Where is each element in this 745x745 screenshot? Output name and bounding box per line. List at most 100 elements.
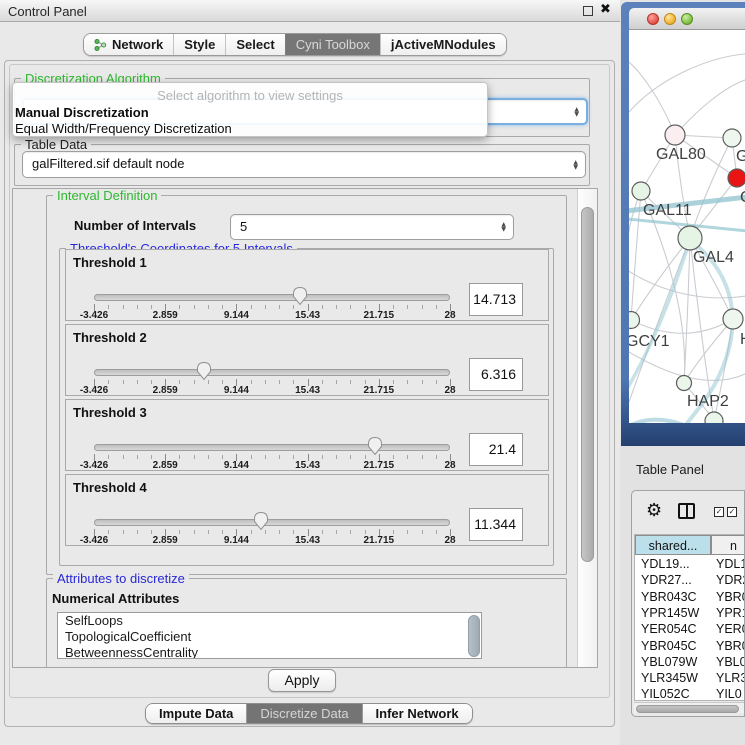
attribute-list-item[interactable]: SelfLoops [58,613,481,629]
close-traffic-light-icon[interactable] [647,13,659,25]
threshold-value-field[interactable]: 21.4 [469,433,523,466]
threshold-value-field[interactable]: 11.344 [469,508,523,541]
tick-mark [108,455,109,459]
minimize-traffic-light-icon[interactable] [664,13,676,25]
tick-mark [350,380,351,384]
numerical-attributes-list[interactable]: SelfLoopsTopologicalCoefficientBetweenne… [57,612,482,659]
bottom-tab-infer-network[interactable]: Infer Network [362,704,472,723]
slider-track[interactable] [94,444,450,451]
threshold-value-field[interactable]: 14.713 [469,283,523,316]
float-window-icon[interactable] [583,6,593,16]
network-edge[interactable] [629,62,675,135]
tick-label: -3.426 [64,310,124,321]
threshold-value-field[interactable]: 6.316 [469,358,523,391]
tick-mark [108,305,109,309]
table-row[interactable]: YLR345WYLR3 [635,670,745,686]
node-table[interactable]: shared... n YDL19...YDL1YDR27...YDR2YBR0… [634,534,745,701]
bottom-tab-discretize-data[interactable]: Discretize Data [246,704,361,723]
scrollbar-thumb[interactable] [636,705,739,713]
tick-mark [251,305,252,309]
network-node-ga[interactable] [723,129,741,147]
network-node[interactable] [705,412,723,423]
scrollbar-thumb[interactable] [581,207,594,562]
slider-track[interactable] [94,519,450,526]
tick-mark [279,530,280,534]
slider-track[interactable] [94,294,450,301]
tick-mark [336,455,337,459]
cell-name: YBR0 [716,638,745,654]
network-edge[interactable] [675,80,745,135]
tick-label: 9.144 [206,385,266,396]
tick-mark [151,380,152,384]
tab-select[interactable]: Select [225,34,284,55]
attribute-list-item[interactable]: BetweennessCentrality [58,645,481,659]
slider-thumb[interactable] [253,511,269,536]
tab-style[interactable]: Style [173,34,225,55]
network-window-titlebar[interactable] [629,8,745,30]
tick-mark [293,455,294,459]
network-node-c[interactable] [728,169,745,187]
close-icon[interactable]: ✖ [600,2,611,17]
zoom-traffic-light-icon[interactable] [681,13,693,25]
table-row[interactable]: YBR045CYBR0 [635,638,745,654]
cell-shared-name: YLR345W [641,670,698,686]
attributes-list-scrollbar[interactable] [468,615,480,657]
network-edge[interactable] [631,238,690,320]
algorithm-placeholder-option[interactable]: Select algorithm to view settings [13,88,487,103]
tick-label: 2.859 [135,535,195,546]
tab-cyni-toolbox[interactable]: Cyni Toolbox [285,34,380,55]
tick-mark [194,305,195,309]
tick-mark [393,455,394,459]
tab-network[interactable]: Network [84,34,173,55]
table-row[interactable]: YBR043CYBR0 [635,589,745,605]
slider-thumb[interactable] [367,436,383,461]
number-of-intervals-combo[interactable]: 5 ▲▼ [230,214,514,240]
gear-icon[interactable]: ⚙ [646,500,662,521]
tick-mark [208,530,209,534]
slider-thumb[interactable] [196,361,212,386]
slider-thumb[interactable] [292,286,308,311]
bottom-tab-impute-data[interactable]: Impute Data [146,704,246,723]
tick-mark [350,305,351,309]
network-node-gal80[interactable] [665,125,685,145]
attribute-list-item[interactable]: TopologicalCoefficient [58,629,481,645]
table-row[interactable]: YIL052CYIL0 [635,686,745,701]
network-node-gcy1[interactable] [629,312,640,329]
table-row[interactable]: YDL19...YDL1 [635,556,745,572]
table-panel-toolbar: ⚙ ✓ ✓ [632,491,744,533]
tick-mark [365,530,366,534]
network-node-label: C [740,189,745,206]
network-edge[interactable] [684,319,733,383]
network-node-gal11[interactable] [632,182,650,200]
table-row[interactable]: YER054CYER0 [635,621,745,637]
checkbox-icon[interactable]: ✓ [714,507,724,517]
tick-mark [393,530,394,534]
tick-mark [365,455,366,459]
threshold-label: Threshold 4 [73,480,147,495]
slider-track[interactable] [94,369,450,376]
tick-mark [179,305,180,309]
network-node-gal4[interactable] [678,226,702,250]
cell-shared-name: YBR043C [641,589,697,605]
table-data-combo[interactable]: galFiltered.sif default node ▲▼ [22,151,586,178]
tab-jactivemnodules[interactable]: jActiveMNodules [380,34,506,55]
apply-button[interactable]: Apply [268,669,336,692]
table-row[interactable]: YDR27...YDR2 [635,572,745,588]
algorithm-option-manual[interactable]: Manual Discretization [15,105,149,120]
column-header-name[interactable]: n [711,535,745,555]
column-layout-icon[interactable] [678,503,695,519]
table-row[interactable]: YPR145WYPR1 [635,605,745,621]
network-canvas[interactable]: GAL80GACGAL11GAL4GCY1HHAP2 [629,30,745,423]
column-header-shared-name[interactable]: shared... [635,535,711,555]
settings-scroll-pane: Interval Definition Number of Intervals … [12,188,598,668]
table-row[interactable]: YBL079WYBL0 [635,654,745,670]
combo-spinner-icon: ▲▼ [501,215,506,239]
settings-vertical-scrollbar[interactable] [577,189,597,667]
cell-name: YPR1 [716,605,745,621]
checkbox-icon[interactable]: ✓ [727,507,737,517]
algorithm-option-equal-width[interactable]: Equal Width/Frequency Discretization [15,121,232,136]
network-node-hap2[interactable] [677,376,692,391]
network-node-h[interactable] [723,309,743,329]
tick-mark [322,455,323,459]
table-horizontal-scrollbar[interactable] [634,702,745,713]
